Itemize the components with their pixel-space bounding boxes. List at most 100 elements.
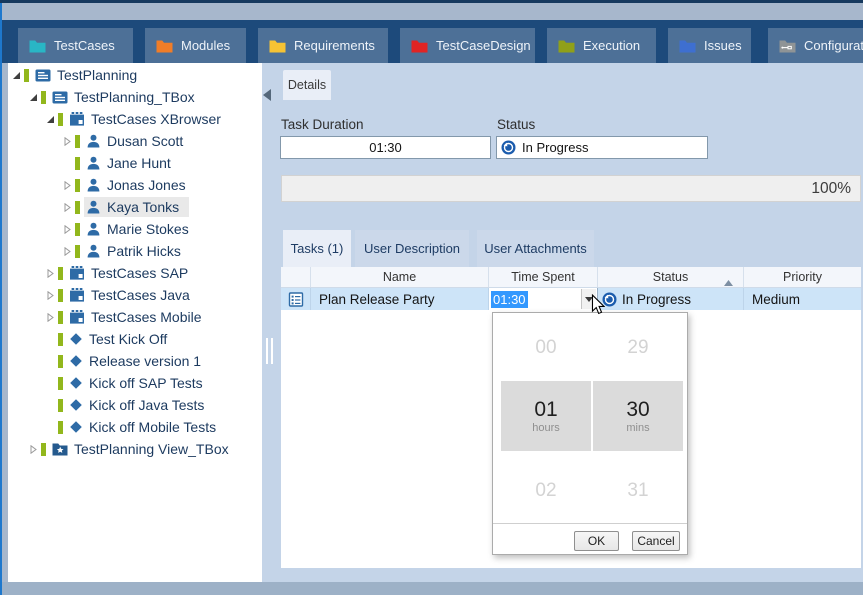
status-dropdown[interactable]: In Progress (496, 136, 708, 159)
time-spent-selected-text: 01:30 (491, 291, 528, 308)
minutes-prev-option[interactable]: 29 (593, 333, 683, 363)
tree-item-release-version-1[interactable]: Release version 1 (8, 350, 262, 372)
nav-tab-configuration[interactable]: Configuration (768, 28, 863, 63)
nav-tab-issues[interactable]: Issues (668, 28, 751, 63)
tree-item-testcases-mobile[interactable]: TestCases Mobile (8, 306, 262, 328)
tab-details[interactable]: Details (283, 70, 331, 100)
tree-item-marie-stokes[interactable]: Marie Stokes (8, 218, 262, 240)
expand-arrow-icon[interactable] (63, 137, 74, 146)
green-status-bar (41, 91, 46, 104)
diamond-icon (69, 420, 83, 434)
collapse-arrow-icon[interactable] (29, 93, 40, 102)
time-spent-edit-cell[interactable]: 01:30 (489, 288, 598, 310)
nav-tab-requirements[interactable]: Requirements (258, 28, 388, 63)
task-icon-cell (281, 288, 311, 310)
progress-bar: 100% (281, 175, 861, 202)
splitter-grip[interactable] (266, 338, 273, 364)
tree-item-testcases-sap[interactable]: TestCases SAP (8, 262, 262, 284)
nav-tab-label: Configuration (804, 38, 863, 53)
tree-item-content: Test Kick Off (67, 329, 177, 349)
task-name-cell[interactable]: Plan Release Party (311, 288, 489, 310)
expand-arrow-icon[interactable] (63, 247, 74, 256)
expand-arrow-icon[interactable] (63, 225, 74, 234)
nav-tab-label: TestCaseDesign (436, 38, 531, 53)
person-icon (86, 222, 101, 236)
tree-item-label: Dusan Scott (107, 133, 183, 149)
task-priority-cell[interactable]: Medium (744, 288, 861, 310)
hours-next-option[interactable]: 02 (501, 476, 591, 506)
green-status-bar (58, 113, 63, 126)
nav-tab-modules[interactable]: Modules (145, 28, 246, 63)
tree-item-test-kick-off[interactable]: Test Kick Off (8, 328, 262, 350)
collapse-arrow-icon[interactable] (12, 71, 23, 80)
expand-arrow-icon[interactable] (46, 313, 57, 322)
config-folder-icon (779, 39, 796, 53)
tab-user-description[interactable]: User Description (355, 230, 469, 267)
tree-item-kick-off-mobile-tests[interactable]: Kick off Mobile Tests (8, 416, 262, 438)
column-header-priority[interactable]: Priority (744, 267, 861, 287)
tree-item-content: Dusan Scott (84, 131, 193, 151)
green-status-bar (58, 355, 63, 368)
tree-item-kaya-tonks[interactable]: Kaya Tonks (8, 196, 262, 218)
tree-item-content: TestPlanning_TBox (50, 87, 205, 107)
ok-button[interactable]: OK (574, 531, 619, 551)
nav-tab-bar: TestCases Modules Requirements TestCaseDesi… (0, 20, 863, 63)
expand-arrow-icon[interactable] (29, 445, 40, 454)
tab-user-attachments[interactable]: User Attachments (477, 230, 594, 267)
tree-item-testplanning-tbox[interactable]: TestPlanning_TBox (8, 86, 262, 108)
hours-selected-box[interactable]: 01 hours (501, 381, 591, 451)
diamond-icon (69, 398, 83, 412)
diamond-icon (69, 354, 83, 368)
tree-item-jane-hunt[interactable]: Jane Hunt (8, 152, 262, 174)
task-duration-input[interactable] (280, 136, 491, 159)
tree-item-testplanning-view-tbox[interactable]: TestPlanning View_TBox (8, 438, 262, 460)
tree-item-label: TestPlanning (57, 67, 137, 83)
task-status-value: In Progress (622, 292, 691, 307)
tree-item-patrik-hicks[interactable]: Patrik Hicks (8, 240, 262, 262)
task-status-cell[interactable]: In Progress (598, 288, 744, 310)
column-header-status[interactable]: Status (598, 267, 744, 287)
table-row[interactable]: Plan Release Party 01:30 In Progress Med… (281, 288, 861, 310)
column-header-time-spent[interactable]: Time Spent (489, 267, 598, 287)
tree-item-content: Kaya Tonks (84, 197, 189, 217)
column-header-name[interactable]: Name (311, 267, 489, 287)
nav-tab-testcases[interactable]: TestCases (18, 28, 133, 63)
tab-tasks[interactable]: Tasks (1) (283, 230, 351, 267)
expand-arrow-icon[interactable] (63, 203, 74, 212)
expand-arrow-icon[interactable] (46, 291, 57, 300)
expand-arrow-icon[interactable] (46, 269, 57, 278)
green-status-bar (75, 223, 80, 236)
tree-item-content: TestPlanning (33, 65, 147, 85)
tree-item-testplanning[interactable]: TestPlanning (8, 64, 262, 86)
collapse-arrow-icon[interactable] (46, 115, 57, 124)
green-status-bar (75, 135, 80, 148)
nav-tab-label: Execution (583, 38, 640, 53)
nav-tab-execution[interactable]: Execution (547, 28, 656, 63)
person-icon (86, 200, 101, 214)
tree-item-content: TestCases SAP (67, 263, 198, 283)
minutes-next-option[interactable]: 31 (593, 476, 683, 506)
expand-arrow-icon[interactable] (63, 181, 74, 190)
tree-item-testcases-xbrowser[interactable]: TestCases XBrowser (8, 108, 262, 130)
planning-icon (52, 91, 68, 104)
cancel-button[interactable]: Cancel (632, 531, 680, 551)
tree-item-kick-off-java-tests[interactable]: Kick off Java Tests (8, 394, 262, 416)
tree-item-kick-off-sap-tests[interactable]: Kick off SAP Tests (8, 372, 262, 394)
folder-icon (411, 39, 428, 53)
person-icon (86, 178, 101, 192)
tree-item-testcases-java[interactable]: TestCases Java (8, 284, 262, 306)
tree-item-content: Jonas Jones (84, 175, 196, 195)
nav-tab-testcasedesign[interactable]: TestCaseDesign (400, 28, 535, 63)
top-window-edge (0, 0, 863, 3)
tree-item-jonas-jones[interactable]: Jonas Jones (8, 174, 262, 196)
tree-item-dusan-scott[interactable]: Dusan Scott (8, 130, 262, 152)
minutes-selected-box[interactable]: 30 mins (593, 381, 683, 451)
tree-item-content: TestPlanning View_TBox (50, 439, 239, 459)
tree-item-label: TestCases SAP (91, 265, 188, 281)
hours-prev-option[interactable]: 00 (501, 333, 591, 363)
green-status-bar (58, 333, 63, 346)
collapse-panel-icon[interactable] (263, 88, 271, 100)
calendar-icon (69, 112, 85, 126)
person-icon (86, 244, 101, 258)
tree-item-label: Test Kick Off (89, 331, 167, 347)
